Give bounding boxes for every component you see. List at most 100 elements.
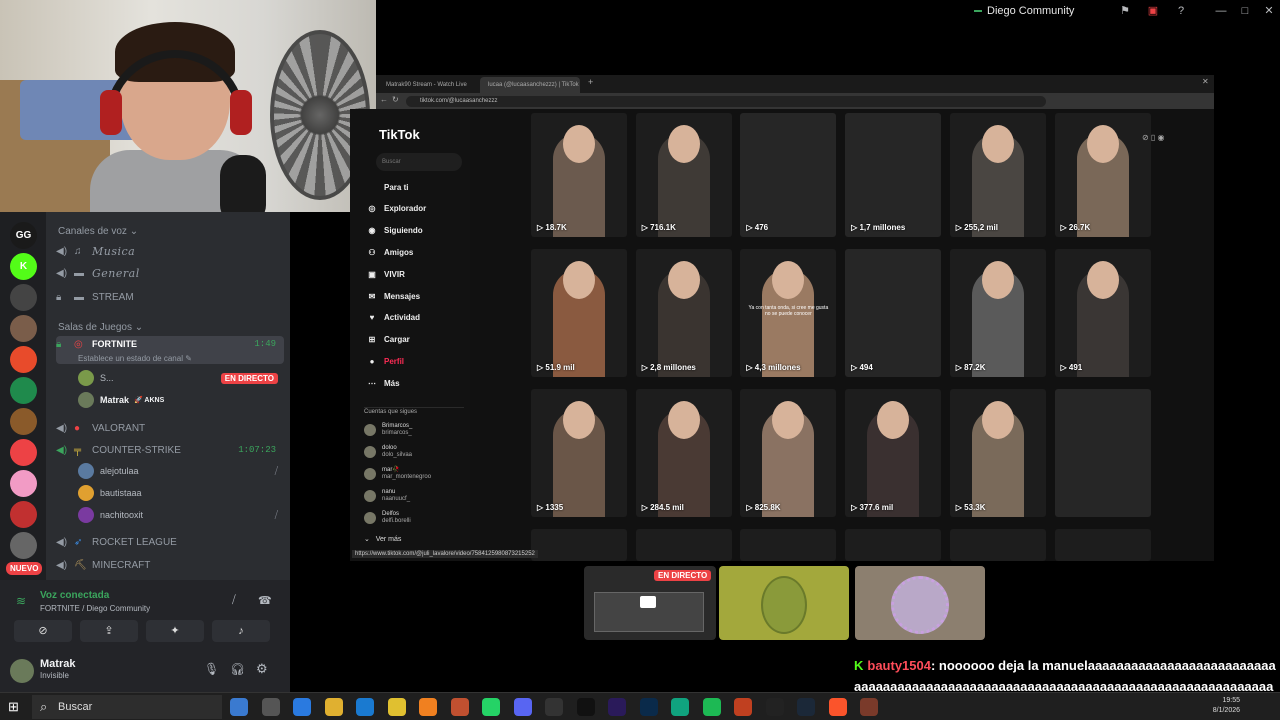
vlc-icon[interactable] bbox=[419, 698, 437, 716]
video-tile[interactable]: ▷ 716.1K bbox=[635, 113, 732, 237]
followed-account[interactable]: mar🥀 mar_montenegroo bbox=[364, 467, 431, 481]
avatar[interactable] bbox=[10, 659, 34, 683]
channel-stream[interactable]: 🔒︎ ▬ STREAM bbox=[56, 287, 284, 307]
server-icon[interactable]: GG bbox=[10, 222, 37, 249]
spotify-icon[interactable] bbox=[702, 698, 721, 716]
server-icon[interactable] bbox=[10, 346, 37, 373]
video-tile[interactable] bbox=[845, 529, 942, 561]
premiere-icon[interactable] bbox=[608, 698, 626, 716]
video-tile[interactable]: Ya con tanta onda, si cree me gusta no s… bbox=[740, 249, 837, 377]
nav-item[interactable]: ◎ Explorador bbox=[364, 201, 427, 217]
voice-user[interactable]: bautistaaa bbox=[78, 484, 278, 502]
video-tile[interactable]: ▷ 284.5 mil bbox=[635, 389, 732, 517]
see-more-link[interactable]: ⌄ Ver más bbox=[364, 535, 401, 543]
tab-stream[interactable]: Matrak90 Stream - Watch Live bbox=[378, 77, 478, 93]
brave-icon[interactable] bbox=[828, 698, 847, 716]
voice-user-matrak[interactable]: Matrak 🚀 AKNS bbox=[78, 391, 278, 409]
close-icon[interactable]: ✕ bbox=[1262, 4, 1276, 18]
tiktok-logo[interactable]: TikTok bbox=[379, 127, 420, 142]
noise-suppression-icon[interactable]: ⧸ bbox=[232, 594, 236, 607]
server-icon[interactable]: K bbox=[10, 253, 37, 280]
gear-icon[interactable]: ⚙ bbox=[256, 661, 268, 677]
video-tile[interactable]: ▷ 87.2K bbox=[949, 249, 1046, 377]
video-tile[interactable] bbox=[949, 529, 1046, 561]
edge-icon[interactable] bbox=[293, 698, 311, 716]
server-icon[interactable] bbox=[10, 532, 37, 559]
participant-avatar-tile[interactable] bbox=[855, 566, 985, 640]
help-icon[interactable]: ? bbox=[1174, 4, 1188, 18]
tab-tiktok[interactable]: lucaa (@lucaasanchezzz) | TikTok bbox=[480, 77, 580, 93]
disconnect-icon[interactable]: ☎ bbox=[258, 594, 272, 607]
soundboard-button[interactable]: ♪ bbox=[212, 620, 270, 642]
steam-icon[interactable] bbox=[797, 698, 815, 716]
voice-user[interactable]: alejotulaa ⧸ bbox=[78, 462, 278, 480]
video-tile[interactable] bbox=[740, 529, 837, 561]
followed-account[interactable]: nanu naanuucf_ bbox=[364, 489, 410, 503]
nav-item[interactable]: ♥ Actividad bbox=[364, 310, 420, 326]
video-tile[interactable] bbox=[531, 529, 627, 561]
server-icon[interactable] bbox=[10, 408, 37, 435]
voice-user[interactable]: nachitooxit ⧸ bbox=[78, 506, 278, 524]
microphone-icon[interactable]: 🎙︎ bbox=[204, 662, 219, 676]
video-tile[interactable]: ▷ 53.3K bbox=[949, 389, 1046, 517]
photos-icon[interactable] bbox=[450, 698, 469, 716]
video-tile[interactable] bbox=[1054, 529, 1151, 561]
video-tile[interactable]: ▷ 476 bbox=[740, 113, 837, 237]
server-icon[interactable] bbox=[10, 315, 37, 342]
url-input[interactable]: tiktok.com/@lucaasanchezzz bbox=[406, 96, 1046, 107]
nav-item[interactable]: ⋯ Más bbox=[364, 375, 400, 391]
nav-item[interactable]: ✉ Mensajes bbox=[364, 288, 420, 304]
obs-icon[interactable] bbox=[545, 698, 563, 716]
participant-shrek-tile[interactable] bbox=[719, 566, 849, 640]
followed-account[interactable]: Delfos delfi.borelli bbox=[364, 511, 411, 525]
game-icon[interactable] bbox=[734, 698, 752, 716]
video-tile[interactable] bbox=[1054, 389, 1151, 517]
server-icon[interactable] bbox=[10, 501, 37, 528]
channel-general[interactable]: ◀) ▬ General bbox=[56, 263, 284, 283]
app-icon[interactable] bbox=[860, 698, 878, 716]
maximize-icon[interactable]: □ bbox=[1238, 4, 1252, 18]
reload-icon[interactable]: ↻ bbox=[392, 95, 399, 104]
activities-button[interactable]: ✦ bbox=[146, 620, 204, 642]
nav-item[interactable]: ● Perfil bbox=[364, 353, 404, 369]
screen-share-button[interactable]: ⇪ bbox=[80, 620, 138, 642]
server-icon[interactable] bbox=[10, 470, 37, 497]
task-view-icon[interactable] bbox=[261, 698, 280, 716]
followed-account[interactable]: Brimarcos_ brimarcos_ bbox=[364, 423, 412, 437]
chrome-icon[interactable] bbox=[387, 698, 406, 716]
channel-rocket-league[interactable]: ◀) ➶ ROCKET LEAGUE bbox=[56, 532, 284, 552]
video-tile[interactable]: ▷ 825.8K bbox=[740, 389, 837, 517]
tiktok-icon[interactable] bbox=[576, 698, 595, 716]
nav-item[interactable]: ▣ VIVIR bbox=[364, 266, 405, 282]
inbox-icon[interactable]: ⚑ bbox=[1118, 4, 1132, 18]
video-tile[interactable]: ▷ 494 bbox=[845, 249, 942, 377]
photoshop-icon[interactable] bbox=[639, 698, 658, 716]
channel-minecraft[interactable]: ◀) ⛏︎ MINECRAFT bbox=[56, 555, 284, 575]
video-tile[interactable]: ▷ 51.9 mil bbox=[531, 249, 627, 377]
store-icon[interactable] bbox=[356, 698, 374, 716]
back-icon[interactable]: ← bbox=[380, 95, 388, 104]
new-tab-icon[interactable]: + bbox=[588, 77, 593, 87]
chatgpt-icon[interactable] bbox=[671, 698, 689, 716]
camera-button[interactable]: ⊘ bbox=[14, 620, 72, 642]
voice-user[interactable]: S... EN DIRECTO bbox=[78, 369, 278, 387]
server-icon[interactable] bbox=[10, 439, 37, 466]
video-tile[interactable]: ▷ 1335 bbox=[531, 389, 627, 517]
video-tile[interactable]: ▷ 18.7K bbox=[531, 113, 627, 237]
nav-item[interactable]: ⚇ Amigos bbox=[364, 244, 413, 260]
server-icon[interactable] bbox=[10, 284, 37, 311]
taskbar-search[interactable]: Buscar bbox=[32, 695, 222, 719]
channel-status[interactable]: Establece un estado de canal ✎ bbox=[78, 354, 192, 363]
followed-account[interactable]: doloo dolo_silvaa bbox=[364, 445, 412, 459]
screen-share-icon[interactable]: ▣ bbox=[1146, 4, 1160, 18]
whatsapp-icon[interactable] bbox=[482, 698, 500, 716]
category-voice[interactable]: Canales de voz ⌄ bbox=[58, 226, 138, 237]
discord-icon[interactable] bbox=[513, 698, 532, 716]
channel-musica[interactable]: ◀) ♫ Musica bbox=[56, 241, 284, 261]
nav-item[interactable]: ⊞ Cargar bbox=[364, 332, 410, 348]
server-icon[interactable] bbox=[10, 377, 37, 404]
search-input[interactable]: Buscar bbox=[376, 153, 462, 171]
pen-icon[interactable] bbox=[230, 698, 248, 716]
video-tile[interactable]: ▷ 26.7K bbox=[1054, 113, 1151, 237]
nav-item[interactable]: Para ti bbox=[364, 179, 408, 195]
